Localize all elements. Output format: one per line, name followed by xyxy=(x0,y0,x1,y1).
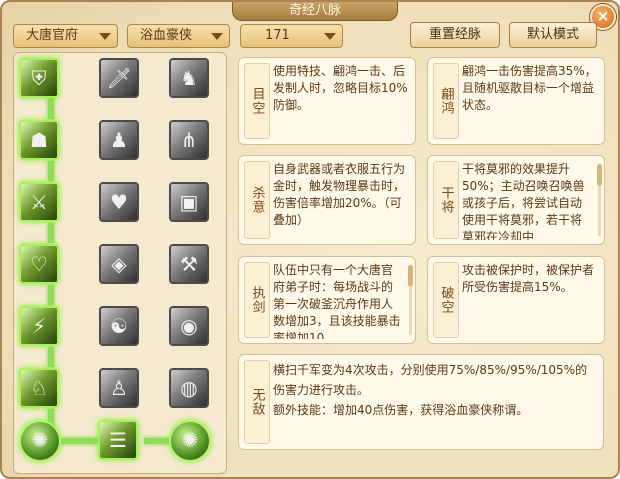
drum-icon[interactable]: ◍ xyxy=(169,368,209,408)
skill-card[interactable]: 破空 攻击被保护时，被保护者所受伤害提高15%。 xyxy=(427,256,605,344)
skill-card-label: 目空 xyxy=(244,63,270,139)
skill-card-text: 自身武器或者衣服五行为金时，触发物理暴击时，伤害倍率增加20%。（可叠加） xyxy=(273,162,406,227)
eye-rune-icon[interactable]: ◉ xyxy=(169,306,209,346)
horse-rider-icon[interactable]: ♘ xyxy=(19,368,59,408)
chevron-down-icon xyxy=(211,33,223,40)
skill-card-label: 破空 xyxy=(433,262,459,338)
heart-shield-icon[interactable]: ♡ xyxy=(19,244,59,284)
axe-icon[interactable]: ⚒ xyxy=(169,244,209,284)
skill-card-text: 攻击被保护时，被保护者所受伤害提高15%。 xyxy=(462,263,595,294)
sect-dropdown[interactable]: 大唐官府 xyxy=(13,24,118,48)
meridian-window: 奇经八脉 × 大唐官府 浴血豪侠 171 重置经脉 默认模式 ⛨ 🗡 ♞ ☗ ♟… xyxy=(0,0,620,479)
skill-card-text: 横扫千军变为4次攻击，分别使用75%/85%/95%/105%的伤害力进行攻击。… xyxy=(273,363,588,417)
points-value: 171 xyxy=(265,28,290,43)
sword-strike-icon[interactable]: ⚡ xyxy=(19,306,59,346)
skill-card-text: 干将莫邪的效果提升50%；主动召唤召唤兽或孩子后，将尝试自动使用干将莫邪，若干将… xyxy=(462,162,585,240)
meditating-warrior-icon[interactable]: ☯ xyxy=(99,306,139,346)
school-dropdown[interactable]: 浴血豪侠 xyxy=(127,24,230,48)
school-dropdown-value: 浴血豪侠 xyxy=(140,28,193,43)
helmet-icon[interactable]: ☗ xyxy=(19,120,59,160)
swirl-orb-icon[interactable]: ✺ xyxy=(19,420,61,462)
path-link xyxy=(48,347,54,367)
brave-badge-icon[interactable]: ◈ xyxy=(99,244,139,284)
reset-meridians-button[interactable]: 重置经脉 xyxy=(410,22,500,48)
skill-card-label: 执剑 xyxy=(244,262,270,338)
fortress-icon[interactable]: ▣ xyxy=(169,182,209,222)
points-dropdown[interactable]: 171 xyxy=(240,24,343,48)
path-link xyxy=(48,223,54,243)
skill-card[interactable]: 执剑 队伍中只有一个大唐官府弟子时：每场战斗的第一次破釜沉舟作用人数增加3，且该… xyxy=(238,256,416,344)
default-mode-button[interactable]: 默认模式 xyxy=(509,22,597,48)
skill-card-label: 杀意 xyxy=(244,161,270,239)
boots-icon[interactable]: ♞ xyxy=(169,58,209,98)
skill-card-text: 队伍中只有一个大唐官府弟子时：每场战斗的第一次破釜沉舟作用人数增加3，且该技能暴… xyxy=(273,263,401,339)
scrollbar-thumb[interactable] xyxy=(597,164,602,186)
crossed-blades-icon[interactable]: ⚔ xyxy=(19,182,59,222)
path-link xyxy=(48,97,54,119)
skill-card[interactable]: 目空 使用特技、翩鸿一击、后发制人时，忽略目标10%防御。 xyxy=(238,57,416,145)
shadow-figure-icon[interactable]: ♟ xyxy=(99,120,139,160)
skill-card-label: 干将 xyxy=(433,161,459,239)
skill-card[interactable]: 干将 干将莫邪的效果提升50%；主动召唤召唤兽或孩子后，将尝试自动使用干将莫邪，… xyxy=(427,155,605,245)
path-link xyxy=(48,285,54,305)
window-title: 奇经八脉 xyxy=(232,2,398,21)
skill-card-label: 翩鸿 xyxy=(433,63,459,139)
spikes-icon[interactable]: ⋔ xyxy=(169,120,209,160)
skill-card-label: 无敌 xyxy=(244,360,270,444)
skill-card-text: 使用特技、翩鸿一击、后发制人时，忽略目标10%防御。 xyxy=(273,64,408,112)
skill-card-text: 翩鸿一击伤害提高35%，且随机驱散目标一个增益状态。 xyxy=(462,64,597,112)
book-stack-icon[interactable]: ☰ xyxy=(98,420,138,460)
chevron-down-icon xyxy=(99,33,111,40)
sect-dropdown-value: 大唐官府 xyxy=(26,28,79,43)
scrollbar-thumb[interactable] xyxy=(408,265,413,287)
heart-hands-icon[interactable]: ♥ xyxy=(99,182,139,222)
chevron-down-icon xyxy=(324,33,336,40)
chest-armor-icon[interactable]: ⛨ xyxy=(19,58,59,98)
path-link xyxy=(48,161,54,181)
dagger-icon[interactable]: 🗡 xyxy=(99,58,139,98)
skill-card[interactable]: 翩鸿 翩鸿一击伤害提高35%，且随机驱散目标一个增益状态。 xyxy=(427,57,605,145)
monk-figure-icon[interactable]: ♙ xyxy=(99,368,139,408)
skill-card[interactable]: 杀意 自身武器或者衣服五行为金时，触发物理暴击时，伤害倍率增加20%。（可叠加） xyxy=(238,155,416,245)
skill-card-final[interactable]: 无敌 横扫千军变为4次攻击，分别使用75%/85%/95%/105%的伤害力进行… xyxy=(238,354,604,450)
swirl-orb-icon[interactable]: ✺ xyxy=(169,420,211,462)
